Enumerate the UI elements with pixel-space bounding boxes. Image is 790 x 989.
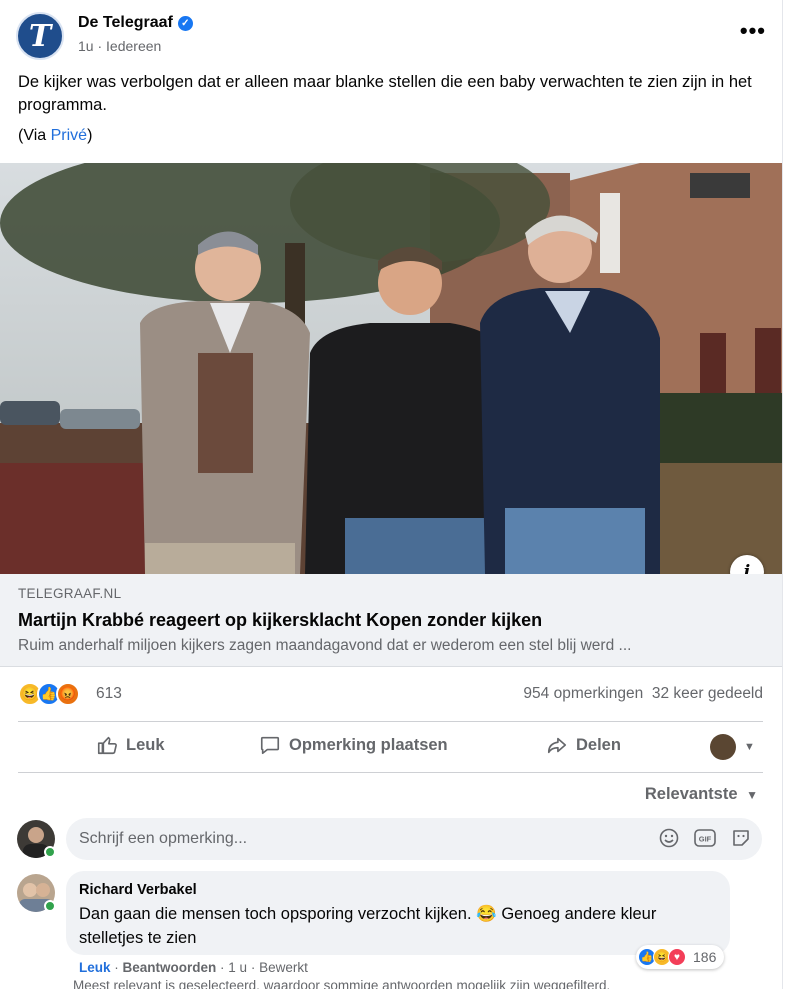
article-photo[interactable] bbox=[0, 163, 782, 574]
link-description: Ruim anderhalf miljoen kijkers zagen maa… bbox=[18, 637, 632, 654]
engagement-counts: 954 opmerkingen 32 keer gedeeld bbox=[523, 685, 763, 703]
comment-input[interactable]: Schrijf een opmerking... GIF bbox=[66, 818, 762, 860]
svg-text:GIF: GIF bbox=[699, 835, 712, 844]
page-name[interactable]: De Telegraaf bbox=[78, 14, 173, 31]
verified-badge-icon: ✓ bbox=[177, 16, 193, 31]
comment-reaction-count: 186 bbox=[693, 949, 717, 965]
comment-time[interactable]: 1 u bbox=[228, 960, 247, 975]
more-options-icon[interactable]: ••• bbox=[740, 18, 766, 44]
sort-chevron-down-icon: ▼ bbox=[746, 788, 758, 802]
link-domain: TELEGRAAF.NL bbox=[18, 586, 122, 601]
post-meta: 1u · Iedereen bbox=[78, 38, 161, 54]
post-header: T De Telegraaf ✓ 1u · Iedereen ••• bbox=[16, 10, 766, 60]
photo-illustration bbox=[0, 163, 782, 574]
page-name-row: De Telegraaf ✓ bbox=[78, 14, 193, 32]
comment-like-button[interactable]: Leuk bbox=[79, 960, 111, 975]
via-suffix: ) bbox=[87, 127, 93, 144]
comment-author[interactable]: Richard Verbakel bbox=[79, 882, 197, 898]
online-indicator bbox=[44, 846, 56, 858]
comment-input-tools: GIF bbox=[658, 827, 752, 849]
divider-bottom bbox=[18, 772, 763, 773]
reaction-count[interactable]: 613 bbox=[96, 685, 122, 703]
angry-reaction-icon: 😡 bbox=[56, 682, 80, 706]
meta-separator: · bbox=[97, 38, 103, 54]
comment-label: Opmerking plaatsen bbox=[289, 735, 448, 754]
react-as-selector[interactable]: ▼ bbox=[710, 734, 755, 760]
comment-love-icon: ♥ bbox=[668, 948, 686, 966]
thumbs-up-icon bbox=[97, 736, 117, 755]
like-label: Leuk bbox=[126, 735, 165, 754]
page-avatar[interactable]: T bbox=[16, 12, 64, 60]
post-time[interactable]: 1u bbox=[78, 38, 94, 54]
reaction-summary: 😆 👍 😡 613 954 opmerkingen 32 keer gedeel… bbox=[18, 682, 763, 708]
comment-sort-dropdown[interactable]: Relevantste ▼ bbox=[645, 785, 758, 804]
comment-reply-button[interactable]: Beantwoorden bbox=[123, 960, 217, 975]
commenter-online-indicator bbox=[44, 900, 56, 912]
gif-icon[interactable]: GIF bbox=[694, 827, 716, 849]
post-card: T De Telegraaf ✓ 1u · Iedereen ••• De kij… bbox=[0, 0, 783, 989]
via-link[interactable]: Privé bbox=[51, 127, 87, 144]
link-preview[interactable]: TELEGRAAF.NL Martijn Krabbé reageert op … bbox=[0, 574, 782, 667]
share-button[interactable]: Delen bbox=[546, 734, 621, 756]
comment-actions: Leuk · Beantwoorden · 1 u · Bewerkt bbox=[79, 960, 308, 975]
comment-text-part1: Dan gaan die mensen toch opsporing verzo… bbox=[79, 905, 472, 923]
via-prefix: (Via bbox=[18, 127, 51, 144]
sort-label: Relevantste bbox=[644, 785, 738, 803]
chevron-down-icon: ▼ bbox=[744, 741, 755, 753]
link-title[interactable]: Martijn Krabbé reageert op kijkersklacht… bbox=[18, 610, 542, 631]
comment-count[interactable]: 954 opmerkingen bbox=[523, 685, 643, 702]
filter-note: Meest relevant is geselecteerd, waardoor… bbox=[73, 978, 611, 989]
comment-text: Dan gaan die mensen toch opsporing verzo… bbox=[79, 902, 719, 950]
comment-bubble-icon bbox=[260, 736, 280, 755]
action-bar: Leuk Opmerking plaatsen Delen ▼ bbox=[18, 722, 763, 772]
laughing-emoji: 😂 bbox=[476, 905, 497, 923]
share-label: Delen bbox=[576, 735, 621, 754]
post-text: De kijker was verbolgen dat er alleen ma… bbox=[18, 73, 752, 114]
comment-button[interactable]: Opmerking plaatsen bbox=[259, 734, 448, 756]
like-button[interactable]: Leuk bbox=[96, 734, 165, 756]
comment-reactions[interactable]: 👍 😆 ♥ 186 bbox=[636, 945, 725, 969]
comment-bubble: Richard Verbakel Dan gaan die mensen toc… bbox=[66, 871, 730, 955]
page-logo-letter: T bbox=[28, 18, 52, 54]
share-arrow-icon bbox=[547, 737, 567, 754]
emoji-icon[interactable] bbox=[658, 827, 680, 849]
post-via: (Via Privé) bbox=[18, 127, 92, 145]
post-audience: Iedereen bbox=[106, 38, 162, 54]
sticker-icon[interactable] bbox=[730, 827, 752, 849]
comment-input-placeholder: Schrijf een opmerking... bbox=[79, 830, 248, 847]
share-count[interactable]: 32 keer gedeeld bbox=[652, 685, 763, 702]
comment-edited: Bewerkt bbox=[259, 960, 308, 975]
profile-avatar-small bbox=[710, 734, 736, 760]
